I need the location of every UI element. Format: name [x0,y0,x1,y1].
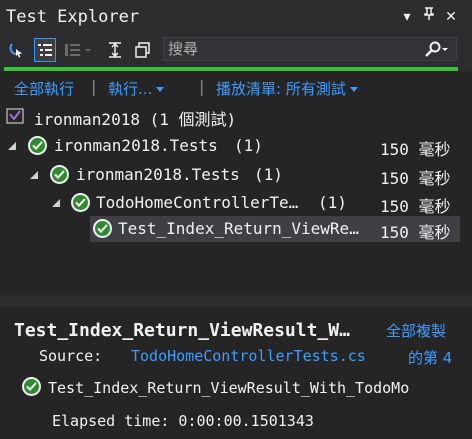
passed-icon [50,165,69,184]
search-options-button[interactable] [420,40,454,58]
elapsed-time: Elapsed time: 0:00:00.1501343 [52,412,314,430]
expand-collapse-icon[interactable] [104,38,126,62]
tree-item-duration: 150 毫秒 [380,197,451,216]
playlist-icon[interactable] [62,38,96,62]
tree-item-duration: 150 毫秒 [380,140,451,159]
separator: | [199,77,205,96]
command-bar: 全部執行 | 執行... | 播放清單: 所有測試 [0,71,472,101]
passed-icon [28,136,47,155]
copy-all-link[interactable]: 全部複製 [386,320,446,341]
tree-item-count: (1) [234,136,263,155]
chevron-down-icon [156,87,165,92]
tree-item-name: TodoHomeControllerTe… [96,193,299,212]
expanded-arrow-icon[interactable] [30,171,38,179]
pane-splitter[interactable] [0,295,472,307]
search-box [163,37,457,61]
test-tree: ironman2018 (1 個測試) ironman2018.Tests (1… [0,101,460,295]
tree-item-name: ironman2018.Tests [76,165,240,184]
window-menu-button[interactable]: ▾ [397,6,417,28]
tree-item[interactable]: ironman2018.Tests (1) 150 毫秒 [0,133,460,159]
copy-icon[interactable] [132,38,154,62]
tree-item-name: Test_Index_Return_ViewRe… [118,219,359,238]
expanded-arrow-icon[interactable] [52,199,60,207]
expanded-arrow-icon[interactable] [8,142,16,150]
detail-title: Test_Index_Return_ViewResult_W… [14,320,350,341]
test-status-bar [0,64,472,71]
source-line-link[interactable]: 的第 4 [408,347,452,368]
playlist-label: 播放清單: 所有測試 [216,80,346,98]
passed-icon [93,219,112,238]
source-file-link[interactable]: TodoHomeControllerTests.cs [131,347,366,365]
detail-result-name: Test_Index_Return_ViewResult_With_TodoMo [48,379,410,397]
close-button[interactable]: ✕ [441,6,461,28]
tree-item-duration: 150 毫秒 [380,223,451,242]
search-input[interactable] [168,39,418,59]
tree-root-label: ironman2018 (1 個測試) [34,110,237,129]
playlist-dropdown[interactable]: 播放清單: 所有測試 [216,78,358,99]
separator: | [91,77,97,96]
passed-icon [22,377,41,396]
tree-item[interactable]: TodoHomeControllerTe… (1) 150 毫秒 [0,190,460,216]
run-all-link[interactable]: 全部執行 [14,78,74,99]
tree-item-count: (1) [254,165,283,184]
search-icon [425,41,448,57]
run-in-view-icon[interactable] [6,38,28,62]
passed-icon [71,193,90,212]
tree-root[interactable]: ironman2018 (1 個測試) [0,103,460,129]
tree-item[interactable]: ironman2018.Tests (1) 150 毫秒 [0,162,460,188]
test-detail-pane: Test_Index_Return_ViewResult_W… 全部複製 Sou… [0,307,472,439]
group-by-icon[interactable] [34,38,56,62]
run-label: 執行... [108,80,153,98]
tree-item-duration: 150 毫秒 [380,169,451,188]
title-bar: Test Explorer ▾ ✕ [0,0,472,36]
tree-item-count: (1) [318,193,347,212]
tree-item-selected[interactable]: Test_Index_Return_ViewRe… 150 毫秒 [0,216,460,242]
tree-item-name: ironman2018.Tests [54,136,218,155]
chevron-down-icon [349,87,358,92]
source-label: Source: [39,347,103,365]
detail-result: Test_Index_Return_ViewResult_With_TodoMo [22,375,472,399]
pin-icon[interactable] [419,6,439,28]
project-icon [6,108,24,124]
window-title: Test Explorer [6,7,140,27]
run-link[interactable]: 執行... [108,78,165,99]
